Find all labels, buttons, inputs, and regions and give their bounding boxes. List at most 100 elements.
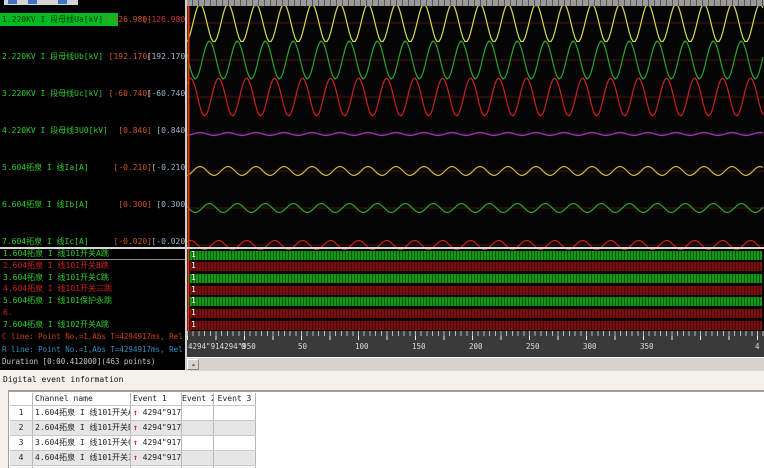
cursor-value-r: [-126.980] — [141, 15, 185, 24]
scroll-left-button[interactable]: ◂ — [187, 359, 199, 370]
bar-state-label: 1 — [191, 296, 196, 306]
analog-digital-splitter[interactable] — [0, 247, 764, 249]
channel-name-cell: 4.604拓泉 I 线101开关三跳 — [33, 451, 131, 465]
digital-channel-row[interactable]: 2.604拓泉 I 线101开关B跳 — [0, 260, 185, 271]
event-table-row[interactable]: 22.604拓泉 I 线101开关B跳↑ 4294"917 ms — [10, 421, 256, 436]
event-panel-title: Digital event information — [3, 375, 124, 384]
header-event-3: Event 3 — [214, 393, 256, 405]
row-number-cell: 2 — [10, 421, 33, 435]
bar-state-label: 1 — [191, 308, 196, 317]
r-line-status: R line: Point No.=1,Abs T=4294917ms, Rel… — [2, 345, 185, 354]
toolbar-icon[interactable] — [28, 0, 37, 4]
event-table: Channel name Event 1 Event 2 Event 3 1 1.… — [10, 393, 256, 468]
header-event-1: Event 1 — [131, 393, 182, 405]
digital-channel-row[interactable]: 1.604拓泉 I 线101开关A跳 — [0, 247, 185, 260]
row-number-cell: 3 — [10, 436, 33, 450]
c-line-status: C line: Point No.=1,Abs T=4294917ms, Rel… — [2, 332, 185, 341]
event-3-cell — [214, 421, 256, 435]
header-row-number — [10, 393, 33, 405]
row-number-cell: 1 — [10, 406, 33, 420]
analog-channel-row[interactable]: 4.220KV I 段母线3U0[kV] [0.840] [0.840] — [0, 124, 185, 137]
digital-channel-row[interactable]: 3.604拓泉 I 线101开关C跳 — [0, 272, 185, 283]
axis-tick-label: 4 — [755, 342, 760, 351]
cursor-value-c: [-0.210] — [113, 163, 152, 172]
header-channel-name: Channel name — [33, 393, 131, 405]
digital-bar[interactable]: 1 — [189, 285, 762, 295]
digital-bar[interactable]: 1 — [189, 296, 762, 307]
analog-channel-name: 1.220KV I 段母线Ua[kV] — [2, 15, 104, 24]
event-1-cell: ↑ 4294"917 ms — [131, 421, 182, 435]
viewer-region: 1111111 1.220KV I 段母线Ua[kV] [-126.980] [-1… — [0, 0, 764, 371]
event-2-cell — [182, 421, 214, 435]
event-2-cell — [182, 436, 214, 450]
duration-status: Duration [0:00.412000](463 points) — [2, 357, 156, 366]
analog-channel-name: 3.220KV I 段母线Uc[kV] — [2, 89, 104, 98]
horizontal-scrollbar[interactable]: ◂ — [187, 357, 764, 371]
axis-tick-label: 100 — [355, 342, 369, 351]
digital-event-panel: Digital event information Channel name E… — [0, 370, 764, 468]
rising-edge-arrow-icon: ↑ — [133, 408, 138, 417]
header-event-2: Event 2 — [182, 393, 214, 405]
time-axis: 4294"914294"950 0 50 100 150 200 250 300 350 4 — [187, 331, 764, 357]
digital-bar[interactable]: 1 — [189, 319, 762, 330]
digital-bar[interactable]: 1 — [189, 272, 762, 283]
axis-tick-label: 250 — [526, 342, 540, 351]
event-3-cell — [214, 436, 256, 450]
axis-tick-label: 300 — [583, 342, 597, 351]
analog-channel-name: 2.220KV I 段母线Ub[kV] — [2, 52, 104, 61]
event-1-cell: ↑ 4294"917 ms — [131, 436, 182, 450]
rising-edge-arrow-icon: ↑ — [133, 438, 138, 447]
event-table-row[interactable]: 44.604拓泉 I 线101开关三跳↑ 4294"917 ms — [10, 451, 256, 466]
axis-tick-label: 200 — [469, 342, 483, 351]
event-2-cell — [182, 451, 214, 465]
cursor-value-c: [-60.740] — [108, 89, 152, 98]
row-number-cell: 4 — [10, 451, 33, 465]
waveform-viewer-window: 1111111 1.220KV I 段母线Ua[kV] [-126.980] [-1… — [0, 0, 764, 468]
axis-minor-ticks — [187, 331, 764, 336]
bar-state-label: 1 — [191, 272, 196, 282]
digital-bar[interactable]: 1 — [189, 308, 762, 318]
digital-bar[interactable]: 1 — [189, 261, 762, 272]
analog-channel-name: 6.604拓泉 I 线Ib[A] — [2, 200, 89, 209]
axis-tick-label: 350 — [640, 342, 654, 351]
digital-channel-row[interactable]: 7.604拓泉 I 线102开关A跳 — [0, 319, 185, 330]
event-1-cell: ↑ 4294"917 ms — [131, 406, 182, 420]
analog-channel-row[interactable]: 1.220KV I 段母线Ua[kV][-126.980][-126.980] — [0, 13, 185, 26]
analog-channel-row[interactable]: 3.220KV I 段母线Uc[kV] [-60.740][-60.740] — [0, 87, 185, 100]
bar-state-label: 1 — [191, 261, 196, 271]
cursor-value-r: [-60.740] — [146, 89, 185, 98]
event-table-header: Channel name Event 1 Event 2 Event 3 — [10, 393, 256, 406]
toolbar-icon[interactable] — [58, 0, 67, 4]
event-3-cell — [214, 406, 256, 420]
bar-state-label: 1 — [191, 319, 196, 329]
cursor-value-c: [0.840] — [118, 126, 152, 135]
channel-label-panel: 1.220KV I 段母线Ua[kV][-126.980][-126.980]2… — [0, 0, 185, 370]
digital-bars-area[interactable]: 1111111 — [187, 0, 764, 331]
channel-name-cell: 1.604拓泉 I 线101开关A跳 — [33, 406, 131, 420]
analog-channel-row[interactable]: 2.220KV I 段母线Ub[kV] [192.170][192.170] — [0, 50, 185, 63]
axis-tick-label: 0 — [241, 342, 246, 351]
event-table-row[interactable]: 11.604拓泉 I 线101开关A跳↑ 4294"917 ms — [10, 406, 256, 421]
digital-channel-row[interactable]: 6. — [0, 307, 185, 318]
cursor-value-r: [0.840] — [156, 126, 185, 135]
cursor-value-r: [192.170] — [146, 52, 185, 61]
analog-channel-row[interactable]: 5.604拓泉 I 线Ia[A] [-0.210][-0.210] — [0, 161, 185, 174]
bar-state-label: 1 — [191, 249, 196, 259]
toolbar-fragment — [4, 0, 78, 5]
digital-channel-row[interactable]: 5.604拓泉 I 线101保护永跳 — [0, 295, 185, 306]
event-3-cell — [214, 451, 256, 465]
event-2-cell — [182, 406, 214, 420]
top-mini-scrollbar[interactable] — [187, 0, 764, 6]
cursor-value-r: [-0.210] — [151, 163, 185, 172]
channel-name-cell: 3.604拓泉 I 线101开关C跳 — [33, 436, 131, 450]
cursor-value-r: [0.300] — [156, 200, 185, 209]
panel-splitter[interactable] — [185, 0, 187, 370]
event-table-row[interactable]: 33.604拓泉 I 线101开关C跳↑ 4294"917 ms — [10, 436, 256, 451]
digital-channel-row[interactable]: 4.604拓泉 I 线101开关三跳 — [0, 283, 185, 294]
analog-channel-name: 4.220KV I 段母线3U0[kV] — [2, 126, 108, 135]
analog-channel-name: 5.604拓泉 I 线Ia[A] — [2, 163, 89, 172]
analog-channel-row[interactable]: 6.604拓泉 I 线Ib[A] [0.300] [0.300] — [0, 198, 185, 211]
axis-tick-label: 50 — [298, 342, 308, 351]
digital-bar[interactable]: 1 — [189, 249, 762, 260]
toolbar-icon[interactable] — [8, 0, 17, 4]
